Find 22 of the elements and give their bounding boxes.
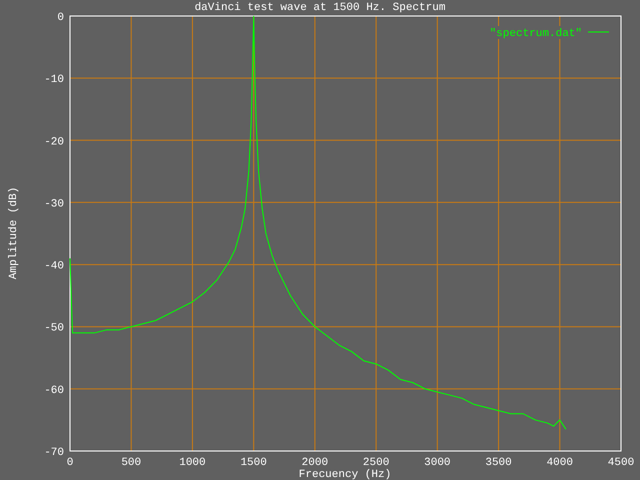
x-tick-label: 1500 <box>240 457 267 469</box>
x-tick-label: 4500 <box>608 457 634 469</box>
y-tick-label: -60 <box>44 384 64 397</box>
y-tick-label: -40 <box>44 260 64 273</box>
y-tick-label: -20 <box>44 136 64 148</box>
y-axis-label: Amplitude (dB) <box>8 186 20 280</box>
y-tick-label: -70 <box>44 447 64 459</box>
y-tick-label: -10 <box>44 74 64 86</box>
y-tick-label: -50 <box>44 322 64 335</box>
x-tick-label: 2000 <box>302 457 328 469</box>
x-tick-label: 0 <box>66 457 74 469</box>
x-tick-label: 1000 <box>179 457 206 469</box>
y-tick-label: 0 <box>57 12 64 24</box>
x-axis-label: Frecuency (Hz) <box>298 469 392 480</box>
x-tick-label: 500 <box>121 457 142 469</box>
x-tick-label: 4000 <box>546 457 573 469</box>
chart-title: daVinci test wave at 1500 Hz. Spectrum <box>194 2 446 14</box>
x-tick-label: 3500 <box>485 457 512 469</box>
legend-label: "spectrum.dat" <box>490 28 582 40</box>
x-tick-label: 3000 <box>424 457 451 469</box>
x-tick-label: 2500 <box>362 457 390 469</box>
y-tick-label: -30 <box>44 198 64 210</box>
